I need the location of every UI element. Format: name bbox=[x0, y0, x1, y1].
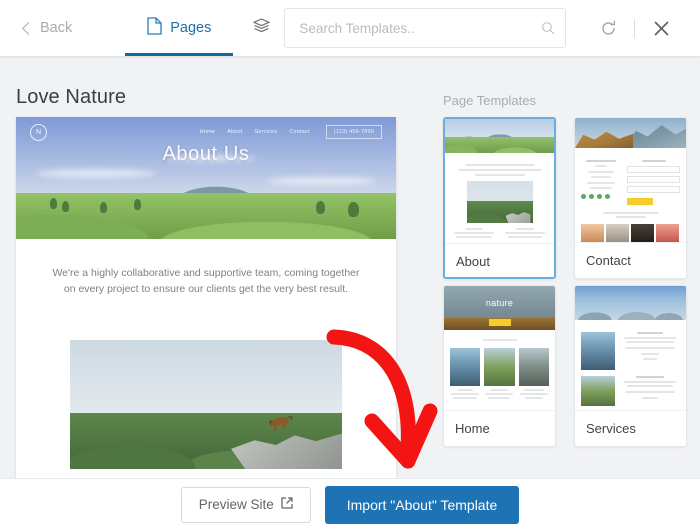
refresh-icon[interactable] bbox=[591, 11, 625, 45]
thumb-hero-title: nature bbox=[485, 298, 514, 308]
tab-pages-label: Pages bbox=[170, 20, 212, 36]
close-icon[interactable] bbox=[644, 11, 678, 45]
template-thumb-about bbox=[445, 119, 554, 243]
back-label: Back bbox=[40, 20, 73, 36]
preview-photo bbox=[70, 340, 342, 469]
tab-pages[interactable]: Pages bbox=[125, 0, 234, 56]
modal-body: Love Nature Page Templates N Home About … bbox=[0, 56, 700, 530]
template-name-about: About bbox=[445, 243, 554, 277]
template-picker-modal: Back Pages Search Templates.. Love Natur… bbox=[0, 0, 700, 530]
header-divider bbox=[634, 18, 635, 38]
modal-header: Back Pages bbox=[0, 0, 700, 56]
preview-site-label: Preview Site bbox=[198, 497, 274, 512]
site-logo: N bbox=[30, 123, 47, 141]
template-card-contact[interactable]: Contact bbox=[574, 117, 687, 279]
search-templates-field[interactable] bbox=[284, 8, 567, 48]
template-preview[interactable]: N Home About Services Contact (123) 456-… bbox=[16, 117, 396, 529]
search-input[interactable] bbox=[284, 8, 567, 48]
template-thumb-contact bbox=[575, 118, 686, 242]
site-nav-links: Home About Services Contact (123) 456-78… bbox=[200, 125, 382, 139]
document-icon bbox=[147, 17, 162, 39]
modal-footer: Preview Site Import "About" Template bbox=[0, 478, 700, 530]
hero-hills bbox=[16, 193, 396, 239]
site-nav-link-home: Home bbox=[199, 129, 216, 135]
site-nav-link-about: About bbox=[227, 129, 243, 135]
external-link-icon bbox=[281, 497, 293, 512]
page-title: Love Nature bbox=[16, 86, 127, 108]
import-template-button[interactable]: Import "About" Template bbox=[324, 485, 520, 524]
thumb-hero bbox=[575, 118, 686, 148]
site-nav-link-services: Services bbox=[254, 129, 278, 135]
back-button[interactable]: Back bbox=[22, 0, 73, 56]
site-nav-link-contact: Contact bbox=[289, 129, 310, 135]
ibex-illustration bbox=[264, 411, 294, 433]
template-name-home: Home bbox=[444, 410, 555, 446]
preview-site-button[interactable]: Preview Site bbox=[180, 486, 311, 523]
thumb-hero: nature bbox=[444, 286, 555, 330]
header-actions bbox=[591, 11, 678, 45]
template-name-services: Services bbox=[575, 410, 686, 446]
layers-icon[interactable] bbox=[252, 17, 271, 39]
template-card-home[interactable]: nature Home bbox=[443, 285, 556, 447]
template-thumb-services bbox=[575, 286, 686, 410]
template-thumb-home: nature bbox=[444, 286, 555, 410]
template-card-about[interactable]: About bbox=[443, 117, 556, 279]
preview-paragraph: We're a highly collaborative and support… bbox=[52, 267, 360, 295]
preview-site-nav: N Home About Services Contact (123) 456-… bbox=[16, 117, 396, 147]
template-name-contact: Contact bbox=[575, 242, 686, 278]
chevron-left-icon bbox=[22, 21, 35, 35]
page-templates-heading: Page Templates bbox=[443, 93, 536, 108]
preview-hero: N Home About Services Contact (123) 456-… bbox=[16, 117, 396, 239]
template-card-services[interactable]: Services bbox=[574, 285, 687, 447]
thumb-cta-button bbox=[488, 319, 511, 326]
thumb-hero bbox=[575, 286, 686, 320]
site-phone-button: (123) 456-7890 bbox=[325, 125, 382, 139]
thumb-hero bbox=[445, 119, 554, 153]
search-icon bbox=[541, 21, 555, 40]
